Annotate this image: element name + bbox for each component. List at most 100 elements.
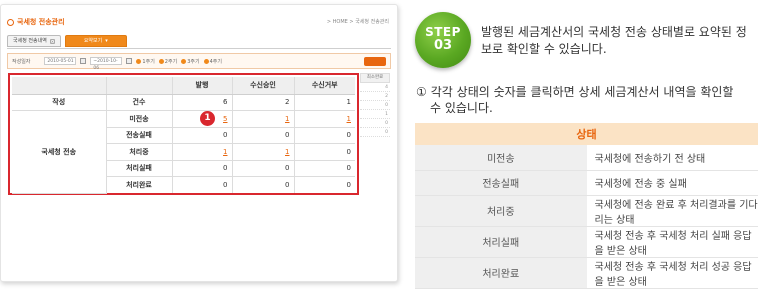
legend-state: 처리실패: [415, 226, 587, 258]
legend-description: 국세청에 전송하기 전 상태: [586, 145, 758, 171]
column-header-issued: 발행: [172, 77, 233, 95]
side-column-value: 0: [360, 101, 390, 110]
cell-approved: 2: [232, 94, 295, 111]
radio-icon: [136, 58, 142, 64]
app-header: 국세청 전송관리 > HOME > 국세청 전송관리: [7, 17, 391, 31]
legend-state: 미전송: [415, 145, 587, 171]
table-row: 처리중 국세청에 전송 완료 후 처리결과를 기다리는 상태: [415, 195, 758, 227]
cell-rejected-link[interactable]: 1: [294, 110, 355, 128]
page: 국세청 전송관리 > HOME > 국세청 전송관리 국세청 전송내역 × 요약…: [0, 0, 760, 300]
callout-marker: 1: [200, 111, 215, 126]
app-title: 국세청 전송관리: [7, 17, 65, 27]
cell-issued: 0: [172, 176, 233, 193]
summary-highlight-frame: 발행 수신승인 수신거부 작성 건수 6 2 1 국세청 전송 미전송 5 1 …: [8, 73, 359, 195]
column-header: [106, 77, 173, 95]
table-row: 국세청 전송 미전송 5 1 1: [12, 110, 355, 194]
date-from-input[interactable]: 2010-05-01: [44, 57, 77, 65]
legend-description: 국세청에 전송 중 실패: [586, 170, 758, 196]
table-row: 처리완료 국세청 전송 후 국세청 처리 성공 응답을 받은 상태: [415, 257, 758, 289]
row-group: 작성: [12, 94, 107, 111]
cell-rejected: 0: [294, 127, 355, 144]
side-column-value: 0: [360, 119, 390, 128]
side-column-value: 0: [360, 128, 390, 137]
table-row: 처리실패 국세청 전송 후 국세청 처리 실패 응답을 받은 상태: [415, 226, 758, 258]
cell-approved: 0: [232, 127, 295, 144]
side-column-value: 1: [360, 110, 390, 119]
cell-issued: 0: [172, 160, 233, 177]
tab-transmission-history[interactable]: 국세청 전송내역 ×: [7, 35, 61, 47]
row-status: 미전송: [106, 110, 173, 128]
legend-description: 국세청 전송 후 국세청 처리 성공 응답을 받은 상태: [586, 257, 758, 289]
row-group: 국세청 전송: [12, 110, 107, 194]
quick-range-1[interactable]: 1주기: [136, 58, 155, 65]
date-filter-bar: 작성일자 2010-05-01 ~2010-10-06 1주기 2주기 3주기 …: [7, 53, 391, 71]
radio-icon: [203, 58, 209, 64]
legend-header-row: 상태: [415, 123, 758, 145]
cell-issued-link[interactable]: 1: [172, 143, 233, 161]
legend-description: 국세청에 전송 완료 후 처리결과를 기다리는 상태: [586, 195, 758, 227]
side-column-value: 2: [360, 92, 390, 101]
tab-bar: 국세청 전송내역 × 요약보기 ▾: [7, 35, 127, 49]
step-description: 발행된 세금계산서의 국세청 전송 상태별로 요약된 정보로 확인할 수 있습니…: [481, 25, 747, 56]
tab-summary-view[interactable]: 요약보기 ▾: [64, 35, 127, 47]
step-number: 03: [433, 38, 453, 53]
app-screenshot: 국세청 전송관리 > HOME > 국세청 전송관리 국세청 전송내역 × 요약…: [0, 4, 398, 282]
note-text-line2: 수 있습니다.: [430, 101, 493, 115]
quick-range-label: 2주기: [164, 58, 178, 65]
row-status: 처리완료: [106, 176, 173, 193]
quick-range-label: 3주기: [187, 58, 200, 65]
search-button[interactable]: [364, 56, 386, 66]
tab-label: 요약보기: [83, 37, 103, 44]
row-status: 전송실패: [106, 127, 173, 144]
column-header: [12, 77, 107, 95]
close-icon[interactable]: ×: [49, 38, 55, 44]
row-status: 처리중: [106, 143, 173, 161]
legend-state: 처리중: [415, 195, 587, 227]
side-column-value: 4: [360, 83, 390, 92]
quick-range-4[interactable]: 4주기: [203, 58, 222, 65]
quick-range-label: 1주기: [142, 58, 155, 65]
row-status: 건수: [106, 94, 173, 111]
table-row: 미전송 국세청에 전송하기 전 상태: [415, 145, 758, 171]
cell-approved-link[interactable]: 1: [232, 110, 295, 128]
date-to-input[interactable]: ~2010-10-06: [90, 57, 123, 71]
callout-note: ① 각각 상태의 숫자를 클릭하면 상세 세금계산서 내역을 확인할 수 있습니다…: [416, 84, 758, 116]
step-badge: STEP 03: [415, 12, 471, 68]
radio-icon: [158, 58, 164, 64]
title-bullet-icon: [7, 18, 14, 26]
column-header-rejected: 수신거부: [294, 77, 355, 95]
cell-approved: 0: [232, 176, 295, 193]
quick-range-2[interactable]: 2주기: [158, 58, 178, 65]
chevron-down-icon: ▾: [105, 37, 108, 44]
status-legend-table: 상태 미전송 국세청에 전송하기 전 상태 전송실패 국세청에 전송 중 실패 …: [415, 123, 758, 289]
cell-rejected: 0: [294, 160, 355, 177]
app-title-text: 국세청 전송관리: [17, 18, 65, 26]
table-row: 전송실패 국세청에 전송 중 실패: [415, 170, 758, 196]
legend-header: 상태: [415, 123, 758, 145]
quick-range-3[interactable]: 3주기: [181, 58, 200, 65]
radio-icon: [181, 58, 187, 64]
table-row: 작성 건수 6 2 1: [12, 94, 355, 111]
cell-rejected: 1: [294, 94, 355, 111]
filter-label: 작성일자: [12, 58, 31, 65]
cell-issued: 6: [172, 94, 233, 111]
side-column: 최소완료 4 2 0 1 0 0: [360, 73, 390, 137]
summary-table: 발행 수신승인 수신거부 작성 건수 6 2 1 국세청 전송 미전송 5 1 …: [12, 77, 355, 194]
tab-label: 국세청 전송내역: [13, 37, 47, 44]
legend-description: 국세청 전송 후 국세청 처리 실패 응답을 받은 상태: [586, 226, 758, 258]
row-status: 처리실패: [106, 160, 173, 177]
tab-divider: [7, 48, 391, 49]
note-text-line1: 각각 상태의 숫자를 클릭하면 상세 세금계산서 내역을 확인할: [430, 85, 734, 99]
side-column-header: 최소완료: [360, 73, 390, 83]
cell-rejected: 0: [346, 181, 351, 189]
step-word: STEP: [425, 25, 461, 39]
cell-rejected: 0: [294, 143, 355, 161]
summary-header-row: 발행 수신승인 수신거부: [12, 77, 355, 95]
cell-issued: 0: [172, 127, 233, 144]
legend-state: 전송실패: [415, 170, 587, 196]
legend-state: 처리완료: [415, 257, 587, 289]
cell-approved-link[interactable]: 1: [232, 143, 295, 161]
calendar-icon[interactable]: [80, 58, 87, 64]
cell-approved: 0: [232, 160, 295, 177]
calendar-icon[interactable]: [126, 58, 133, 64]
